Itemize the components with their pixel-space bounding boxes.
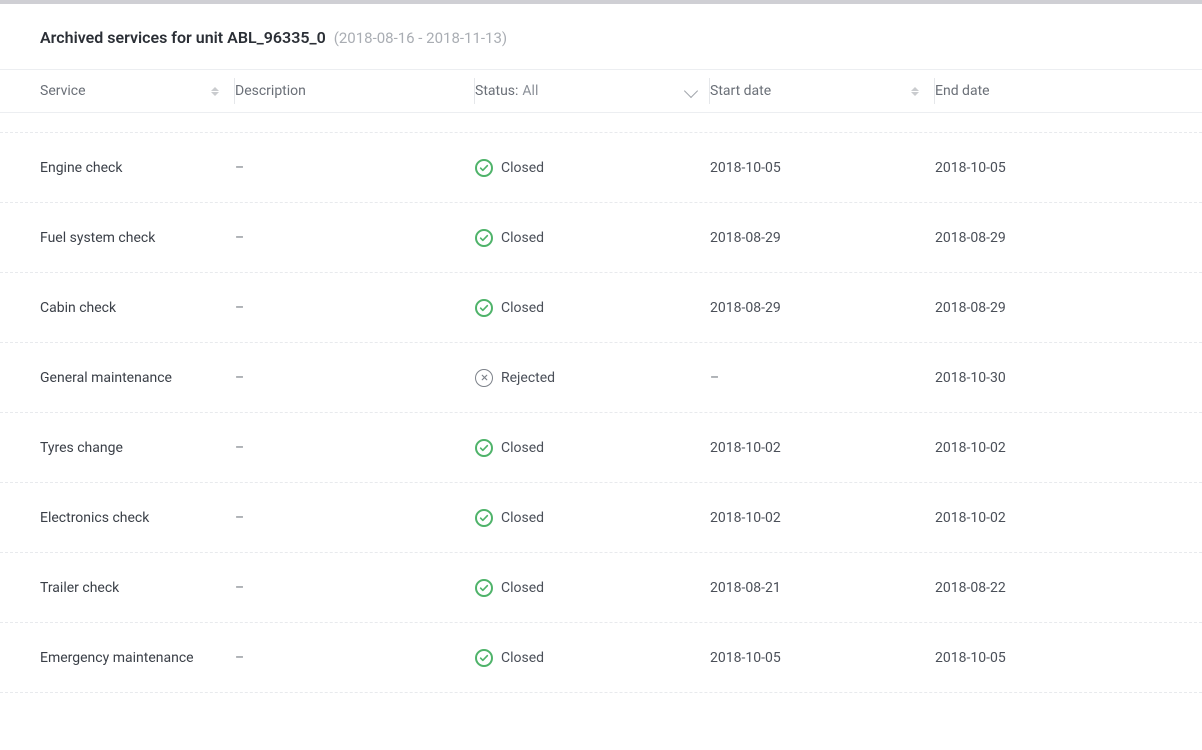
x-circle-icon bbox=[475, 369, 493, 387]
cell-service: Fuel system check bbox=[0, 230, 235, 246]
table-row-partial: Closed bbox=[0, 113, 1202, 133]
status-text: Closed bbox=[501, 300, 544, 316]
table-row[interactable]: Cabin check– Closed 2018-08-292018-08-29 bbox=[0, 273, 1202, 343]
cell-description: – bbox=[235, 510, 475, 526]
col-header-service[interactable]: Service bbox=[0, 70, 235, 112]
cell-start-date: 2018-10-02 bbox=[710, 440, 935, 456]
col-header-end-date[interactable]: End date bbox=[935, 70, 1202, 112]
cell-start-date: 2018-10-05 bbox=[710, 160, 935, 176]
cell-status: Closed bbox=[475, 649, 710, 667]
sort-icon bbox=[911, 84, 921, 98]
status-filter-label: Status: bbox=[475, 83, 518, 99]
cell-description: – bbox=[235, 440, 475, 456]
check-circle-icon bbox=[475, 649, 493, 667]
cell-service: Engine check bbox=[0, 160, 235, 176]
col-header-start-date-label: Start date bbox=[710, 83, 771, 99]
sort-icon bbox=[211, 84, 221, 98]
cell-service: Trailer check bbox=[0, 580, 235, 596]
cell-status: Closed bbox=[475, 229, 710, 247]
status-text: Closed bbox=[501, 440, 544, 456]
cell-description: – bbox=[235, 230, 475, 246]
cell-service: Electronics check bbox=[0, 510, 235, 526]
chevron-down-icon bbox=[684, 84, 698, 98]
status-text: Closed bbox=[501, 510, 544, 526]
cell-end-date: 2018-08-22 bbox=[935, 580, 1202, 596]
cell-end-date: 2018-08-29 bbox=[935, 230, 1202, 246]
status-text: Closed bbox=[501, 160, 544, 176]
cell-description: – bbox=[235, 650, 475, 666]
cell-end-date: 2018-08-29 bbox=[935, 300, 1202, 316]
cell-start-date: 2018-10-05 bbox=[710, 650, 935, 666]
check-circle-icon bbox=[475, 509, 493, 527]
table-row[interactable]: Trailer check– Closed 2018-08-212018-08-22 bbox=[0, 553, 1202, 623]
table-row[interactable]: Tyres change– Closed 2018-10-022018-10-02 bbox=[0, 413, 1202, 483]
cell-status: Closed bbox=[475, 159, 710, 177]
status-filter-value: All bbox=[522, 83, 538, 99]
col-header-end-date-label: End date bbox=[935, 83, 990, 99]
table-body: ClosedEngine check–Closed2018-10-052018-… bbox=[0, 113, 1202, 693]
check-circle-icon bbox=[475, 299, 493, 317]
cell-end-date: 2018-10-05 bbox=[935, 160, 1202, 176]
table-row[interactable]: General maintenance–Rejected–2018-10-30 bbox=[0, 343, 1202, 413]
archived-services-panel: Archived services for unit ABL_96335_0 (… bbox=[0, 0, 1202, 750]
services-table: Service Description Status: All Start da… bbox=[0, 69, 1202, 733]
cell-end-date: 2018-10-30 bbox=[935, 370, 1202, 386]
cell-end-date: 2018-10-02 bbox=[935, 440, 1202, 456]
status-text: Closed bbox=[501, 650, 544, 666]
status-text: Closed bbox=[501, 230, 544, 246]
check-circle-icon bbox=[475, 159, 493, 177]
cell-status: Closed bbox=[475, 439, 710, 457]
col-header-status-filter[interactable]: Status: All bbox=[475, 70, 710, 112]
cell-status: Closed bbox=[475, 579, 710, 597]
cell-description: – bbox=[235, 160, 475, 176]
cell-status: Closed bbox=[475, 509, 710, 527]
table-row[interactable]: Engine check– Closed 2018-10-052018-10-05 bbox=[0, 133, 1202, 203]
table-row[interactable]: Electronics check– Closed 2018-10-022018-1… bbox=[0, 483, 1202, 553]
status-text: Rejected bbox=[501, 370, 555, 386]
col-header-service-label: Service bbox=[40, 83, 86, 99]
cell-service: Tyres change bbox=[0, 440, 235, 456]
col-header-description[interactable]: Description bbox=[235, 70, 475, 112]
check-circle-icon bbox=[475, 229, 493, 247]
cell-description: – bbox=[235, 580, 475, 596]
cell-description: – bbox=[235, 300, 475, 316]
cell-status: Rejected bbox=[475, 369, 710, 387]
cell-status: Closed bbox=[475, 299, 710, 317]
panel-date-range: (2018-08-16 - 2018-11-13) bbox=[334, 29, 507, 47]
cell-service: Emergency maintenance bbox=[0, 650, 235, 666]
cell-start-date: 2018-08-29 bbox=[710, 300, 935, 316]
col-header-start-date[interactable]: Start date bbox=[710, 70, 935, 112]
cell-start-date: 2018-10-02 bbox=[710, 510, 935, 526]
status-text: Closed bbox=[501, 580, 544, 596]
cell-start-date: 2018-08-21 bbox=[710, 580, 935, 596]
table-row[interactable]: Emergency maintenance– Closed 2018-10-0520… bbox=[0, 623, 1202, 693]
cell-service: General maintenance bbox=[0, 370, 235, 386]
table-header: Service Description Status: All Start da… bbox=[0, 69, 1202, 113]
cell-end-date: 2018-10-05 bbox=[935, 650, 1202, 666]
panel-title: Archived services for unit ABL_96335_0 bbox=[40, 28, 326, 47]
table-row[interactable]: Fuel system check– Closed 2018-08-292018-0… bbox=[0, 203, 1202, 273]
cell-end-date: 2018-10-02 bbox=[935, 510, 1202, 526]
cell-start-date: – bbox=[710, 370, 935, 386]
col-header-description-label: Description bbox=[235, 83, 306, 99]
panel-title-row: Archived services for unit ABL_96335_0 (… bbox=[0, 28, 1202, 69]
cell-start-date: 2018-08-29 bbox=[710, 230, 935, 246]
cell-description: – bbox=[235, 370, 475, 386]
cell-service: Cabin check bbox=[0, 300, 235, 316]
check-circle-icon bbox=[475, 579, 493, 597]
table-body-viewport: ClosedEngine check–Closed2018-10-052018-… bbox=[0, 113, 1202, 733]
check-circle-icon bbox=[475, 439, 493, 457]
